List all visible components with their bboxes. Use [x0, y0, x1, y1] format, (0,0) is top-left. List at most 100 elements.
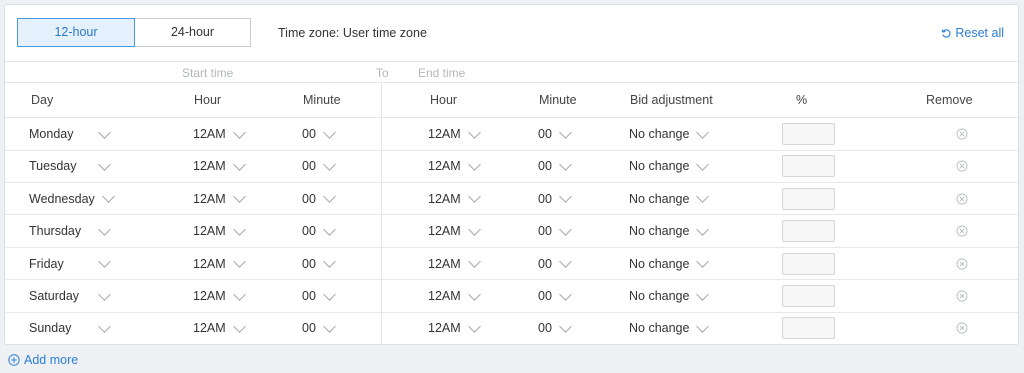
end-minute-select[interactable]: 00 — [538, 320, 572, 336]
end-hour-select[interactable]: 12AM — [428, 158, 481, 173]
add-more-link[interactable]: Add more — [8, 353, 78, 367]
bid-adjustment-select[interactable]: No change — [629, 320, 710, 335]
start-minute-select[interactable]: 00 — [302, 125, 336, 141]
close-circle-icon[interactable] — [956, 258, 968, 270]
end-hour-select[interactable]: 12AM — [428, 222, 481, 238]
bid-adjustment-value: No change — [629, 256, 690, 271]
bid-adjustment-select[interactable]: No change — [629, 287, 710, 303]
chevron-down-icon — [323, 125, 336, 139]
bid-adjustment-select[interactable]: No change — [629, 125, 710, 141]
day-select[interactable]: Tuesday — [29, 158, 111, 173]
end-minute-select[interactable]: 00 — [538, 190, 572, 206]
day-select[interactable]: Friday — [29, 255, 111, 271]
end-hour-select[interactable]: 12AM — [428, 125, 481, 141]
close-circle-icon[interactable] — [956, 160, 968, 172]
start-hour-select[interactable]: 12AM — [193, 287, 246, 303]
start-hour-select[interactable]: 12AM — [193, 158, 246, 173]
end-minute-select[interactable]: 00 — [538, 255, 572, 271]
start-minute-select[interactable]: 00 — [302, 158, 336, 173]
day-select[interactable]: Saturday — [29, 287, 111, 303]
schedule-panel: 12-hour 24-hour Time zone: User time zon… — [4, 4, 1019, 346]
bid-adjustment-select[interactable]: No change — [629, 190, 710, 206]
start-hour-value: 12AM — [193, 321, 226, 336]
start-hour-select[interactable]: 12AM — [193, 125, 246, 141]
schedule-row: Monday 12AM 00 12AM 00 No change — [5, 118, 1018, 151]
start-minute-select[interactable]: 00 — [302, 287, 336, 303]
end-hour-select[interactable]: 12AM — [428, 320, 481, 335]
close-circle-icon[interactable] — [956, 193, 968, 205]
end-hour-select[interactable]: 12AM — [428, 190, 481, 206]
end-hour-select[interactable]: 12AM — [428, 255, 481, 271]
close-circle-icon[interactable] — [956, 225, 968, 237]
end-hour-value: 12AM — [428, 191, 461, 206]
end-minute-select[interactable]: 00 — [538, 158, 572, 173]
start-minute-value: 00 — [302, 289, 316, 303]
start-minute-value: 00 — [302, 256, 316, 271]
reset-all-label: Reset all — [955, 26, 1004, 40]
start-hour-value: 12AM — [193, 256, 226, 271]
chevron-down-icon — [323, 190, 336, 204]
day-select[interactable]: Monday — [29, 125, 111, 141]
bid-adjustment-value: No change — [629, 159, 690, 174]
start-hour-select[interactable]: 12AM — [193, 320, 246, 336]
start-hour-select[interactable]: 12AM — [193, 255, 246, 271]
close-circle-icon[interactable] — [956, 128, 968, 140]
hour-format-toggle: 12-hour 24-hour — [17, 18, 251, 47]
chevron-down-icon — [98, 255, 111, 268]
end-minute-value: 00 — [538, 224, 552, 239]
chevron-down-icon — [467, 255, 481, 268]
end-minute-select[interactable]: 00 — [538, 287, 572, 303]
start-hour-select[interactable]: 12AM — [193, 190, 246, 206]
schedule-row: Thursday 12AM 00 12AM 00 No change — [5, 215, 1018, 248]
chevron-down-icon — [232, 287, 246, 301]
chevron-down-icon — [559, 287, 572, 301]
bid-adjustment-select[interactable]: No change — [629, 158, 710, 174]
percent-input[interactable] — [782, 155, 835, 178]
start-minute-select[interactable]: 00 — [302, 320, 336, 336]
close-circle-icon[interactable] — [956, 322, 968, 334]
start-minute-select[interactable]: 00 — [302, 255, 336, 271]
day-select[interactable]: Thursday — [29, 222, 111, 238]
toggle-12-hour[interactable]: 12-hour — [17, 18, 135, 47]
chevron-down-icon — [98, 222, 111, 236]
start-hour-value: 12AM — [193, 289, 226, 303]
end-minute-select[interactable]: 00 — [538, 125, 572, 141]
chevron-down-icon — [467, 125, 481, 139]
schedule-row: Sunday 12AM 00 12AM 00 No change — [5, 312, 1018, 345]
percent-input[interactable] — [782, 220, 835, 243]
schedule-row: Wednesday 12AM 00 12AM 00 No change — [5, 183, 1018, 216]
percent-input[interactable] — [782, 317, 835, 340]
chevron-down-icon — [323, 320, 336, 333]
end-minute-value: 00 — [538, 321, 552, 336]
end-hour-select[interactable]: 12AM — [428, 287, 481, 303]
reset-all-link[interactable]: Reset all — [941, 26, 1004, 40]
chevron-down-icon — [232, 255, 246, 268]
start-minute-value: 00 — [302, 191, 316, 206]
day-select[interactable]: Sunday — [29, 320, 111, 336]
end-minute-value: 00 — [538, 289, 552, 303]
start-minute-select[interactable]: 00 — [302, 222, 336, 239]
bid-adjustment-select[interactable]: No change — [629, 255, 710, 271]
end-minute-select[interactable]: 00 — [538, 222, 572, 239]
percent-input[interactable] — [782, 285, 835, 307]
percent-input[interactable] — [782, 123, 835, 145]
percent-input[interactable] — [782, 252, 835, 275]
bid-adjustment-value: No change — [629, 289, 690, 303]
chevron-down-icon — [467, 190, 481, 204]
day-select[interactable]: Wednesday — [29, 190, 115, 206]
start-hour-select[interactable]: 12AM — [193, 222, 246, 238]
header-bid-adjustment: Bid adjustment — [630, 93, 713, 107]
day-value: Saturday — [29, 289, 80, 303]
percent-input[interactable] — [782, 187, 835, 210]
chevron-down-icon — [232, 125, 246, 139]
chevron-down-icon — [101, 190, 115, 204]
bid-adjustment-select[interactable]: No change — [629, 222, 710, 239]
start-minute-value: 00 — [302, 321, 316, 336]
start-minute-select[interactable]: 00 — [302, 190, 336, 206]
start-minute-value: 00 — [302, 224, 316, 239]
chevron-down-icon — [467, 158, 481, 171]
bid-adjustment-value: No change — [629, 224, 690, 239]
toggle-24-hour[interactable]: 24-hour — [135, 18, 251, 47]
day-value: Sunday — [29, 321, 72, 336]
close-circle-icon[interactable] — [956, 290, 968, 302]
